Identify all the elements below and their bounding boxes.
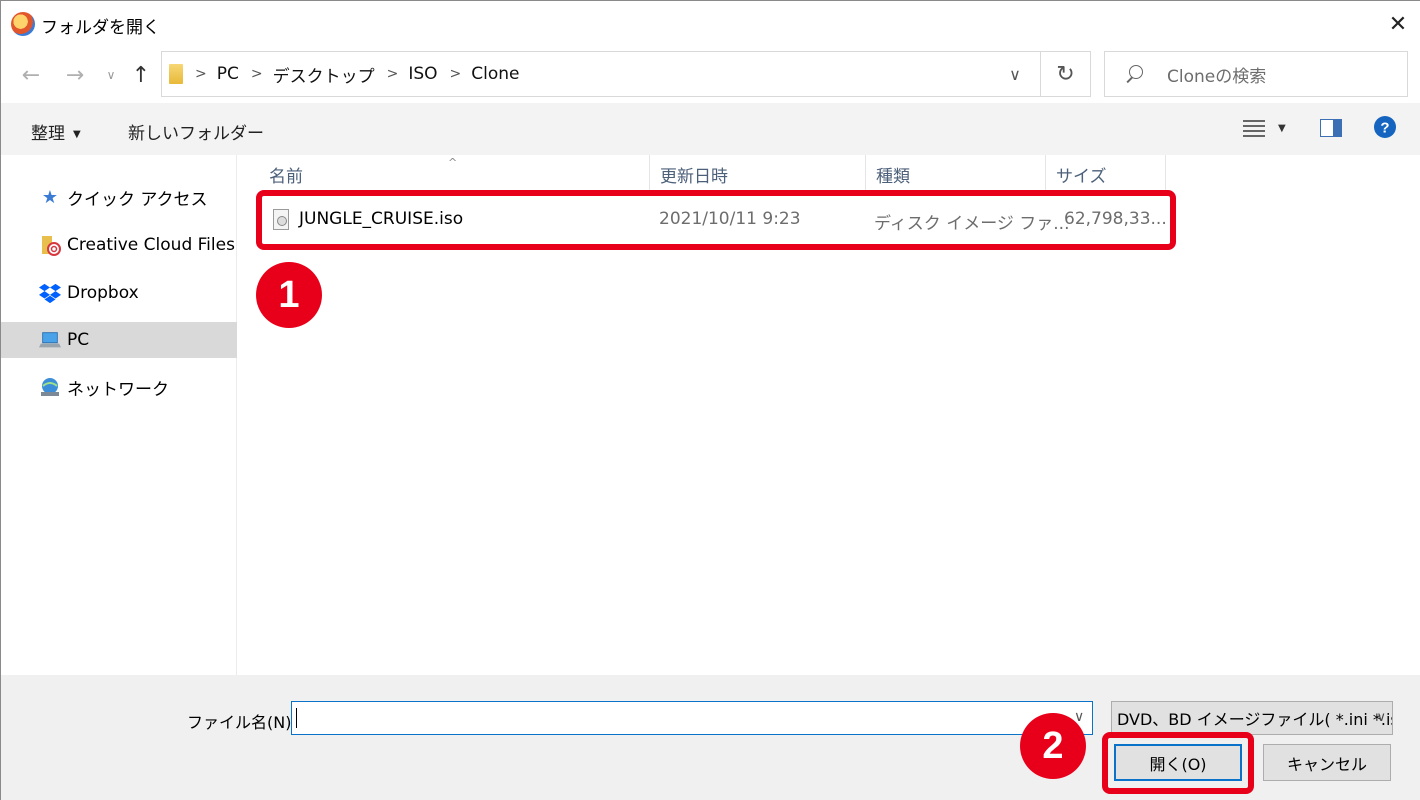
file-type-filter-select[interactable]: DVD、BD イメージファイル( *.ini *.is ∨	[1111, 701, 1393, 735]
breadcrumb-pc[interactable]: PC	[217, 64, 239, 84]
breadcrumb-iso[interactable]: ISO	[408, 64, 437, 84]
annotation-badge-1: 1	[256, 262, 322, 328]
sidebar-item-label: Creative Cloud Files	[67, 235, 235, 255]
arrow-up-icon: ↑	[131, 62, 151, 88]
sidebar-item-network[interactable]: ネットワーク	[1, 369, 237, 405]
navigation-pane: ★ クイック アクセス Creative Cloud Files Dropbox…	[1, 155, 237, 675]
computer-icon	[39, 329, 61, 351]
window-title: フォルダを開く	[41, 18, 160, 38]
breadcrumb-desktop[interactable]: デスクトップ	[273, 62, 375, 87]
arrow-right-icon: →	[65, 62, 85, 88]
chevron-down-icon: ∨	[106, 68, 116, 82]
filename-label: ファイル名(N):	[187, 713, 297, 732]
svg-text:?: ?	[1380, 120, 1389, 137]
chevron-right-icon: >	[195, 66, 207, 82]
open-folder-dialog: フォルダを開く ✕ ← → ∨ ↑ > PC > デスクトップ > ISO > …	[0, 0, 1420, 800]
annotation-highlight-open-button	[1102, 732, 1254, 794]
close-icon: ✕	[1388, 11, 1408, 37]
close-button[interactable]: ✕	[1375, 1, 1420, 47]
view-options-button[interactable]	[1243, 117, 1265, 139]
sidebar-item-label: ネットワーク	[67, 379, 169, 400]
filename-input[interactable]	[291, 701, 1093, 735]
column-header-type[interactable]: 種類	[866, 155, 1046, 193]
filter-value: DVD、BD イメージファイル( *.ini *.is	[1117, 710, 1393, 729]
column-header-size[interactable]: サイズ	[1046, 155, 1166, 193]
folder-icon	[169, 64, 183, 84]
sidebar-item-dropbox[interactable]: Dropbox	[1, 275, 237, 311]
forward-button[interactable]: →	[59, 61, 91, 89]
network-icon	[39, 376, 61, 398]
column-header-modified[interactable]: 更新日時	[650, 155, 866, 193]
sidebar-item-label: PC	[67, 330, 90, 350]
cancel-button[interactable]: キャンセル	[1263, 744, 1391, 781]
address-bar[interactable]: > PC > デスクトップ > ISO > Clone ∨	[161, 51, 1041, 97]
command-bar: 整理 ▼ 新しいフォルダー ▼	[1, 103, 1420, 155]
chevron-right-icon: >	[449, 66, 462, 82]
search-box[interactable]: Cloneの検索	[1104, 51, 1408, 97]
app-icon	[11, 12, 35, 36]
dropbox-icon	[39, 282, 61, 304]
organize-label: 整理	[31, 124, 65, 144]
organize-button[interactable]: 整理 ▼	[31, 119, 81, 144]
help-icon[interactable]: ?	[1374, 116, 1396, 138]
chevron-right-icon: >	[386, 66, 399, 82]
breadcrumb-clone[interactable]: Clone	[471, 64, 519, 84]
chevron-down-icon: ∨	[1376, 710, 1386, 725]
refresh-icon: ↻	[1056, 61, 1075, 87]
up-button[interactable]: ↑	[127, 61, 155, 89]
navigation-bar: ← → ∨ ↑ > PC > デスクトップ > ISO > Clone ∨ ↻ …	[1, 47, 1420, 103]
arrow-left-icon: ←	[21, 62, 41, 88]
recent-locations-button[interactable]: ∨	[101, 61, 121, 89]
search-input[interactable]: Cloneの検索	[1167, 62, 1266, 87]
back-button[interactable]: ←	[15, 61, 47, 89]
address-dropdown-button[interactable]: ∨	[990, 52, 1040, 96]
sidebar-item-label: Dropbox	[67, 283, 139, 303]
chevron-right-icon: >	[250, 66, 263, 82]
sidebar-item-label: クイック アクセス	[67, 189, 208, 210]
column-header-name[interactable]: 名前	[259, 155, 650, 193]
sidebar-item-quick-access[interactable]: ★ クイック アクセス	[1, 179, 237, 215]
caret-down-icon[interactable]: ▼	[1278, 123, 1286, 134]
search-icon	[1125, 65, 1143, 83]
chevron-down-icon: ∨	[1009, 64, 1021, 84]
text-cursor	[296, 708, 297, 728]
refresh-button[interactable]: ↻	[1041, 51, 1091, 97]
new-folder-button[interactable]: 新しいフォルダー	[128, 119, 264, 144]
title-bar: フォルダを開く ✕	[1, 1, 1420, 47]
annotation-badge-2: 2	[1020, 713, 1086, 779]
sidebar-item-pc[interactable]: PC	[1, 322, 237, 358]
star-icon: ★	[41, 186, 59, 208]
annotation-highlight-file	[256, 190, 1176, 250]
creative-cloud-folder-icon	[39, 234, 61, 256]
sidebar-item-creative-cloud[interactable]: Creative Cloud Files	[1, 227, 237, 263]
preview-pane-button[interactable]	[1320, 119, 1342, 137]
caret-down-icon: ▼	[73, 128, 81, 140]
